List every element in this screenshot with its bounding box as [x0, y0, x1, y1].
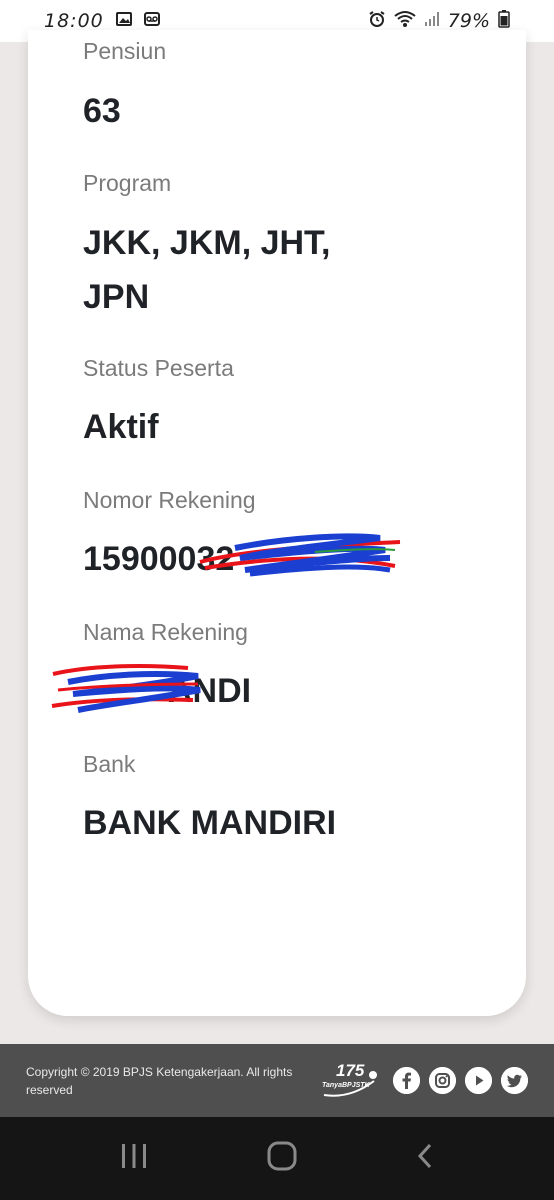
program-value-line1: JKK, JKM, JHT, — [83, 224, 331, 262]
twitter-icon[interactable] — [501, 1067, 528, 1094]
status-time: 18:00 — [44, 10, 104, 32]
pensiun-label: Pensiun — [83, 38, 167, 64]
status-peserta-label: Status Peserta — [83, 355, 234, 381]
status-peserta-value: Aktif — [83, 408, 159, 446]
hotline-swoosh-icon — [323, 1070, 377, 1097]
instagram-icon[interactable] — [429, 1067, 456, 1094]
nomor-rekening-label: Nomor Rekening — [83, 487, 256, 513]
redaction-scribble — [199, 533, 401, 577]
youtube-icon[interactable] — [465, 1067, 492, 1094]
redaction-scribble-name — [51, 664, 201, 713]
battery-percentage: 79% — [447, 10, 490, 32]
bank-value: BANK MANDIRI — [83, 804, 337, 842]
facebook-icon[interactable] — [393, 1067, 420, 1094]
signal-icon — [424, 11, 440, 32]
bank-label: Bank — [83, 751, 136, 777]
back-icon[interactable] — [415, 1142, 435, 1175]
hotline-175-logo[interactable]: 175 TanyaBPJSTK — [322, 1061, 378, 1101]
pensiun-value: 63 — [83, 92, 121, 130]
program-label: Program — [83, 170, 172, 196]
program-value-line2: JPN — [83, 278, 150, 316]
status-left: 18:00 — [44, 10, 160, 32]
system-navigation-bar — [0, 1117, 554, 1200]
voicemail-icon — [143, 11, 160, 31]
gallery-icon — [115, 11, 132, 31]
footer-links: 175 TanyaBPJSTK — [322, 1061, 528, 1101]
footer: Copyright © 2019 BPJS Ketengakerjaan. Al… — [0, 1044, 554, 1117]
nama-rekening-label: Nama Rekening — [83, 619, 248, 645]
home-icon[interactable] — [266, 1140, 298, 1177]
copyright-text: Copyright © 2019 BPJS Ketengakerjaan. Al… — [26, 1064, 293, 1097]
recent-apps-icon[interactable] — [119, 1143, 149, 1174]
